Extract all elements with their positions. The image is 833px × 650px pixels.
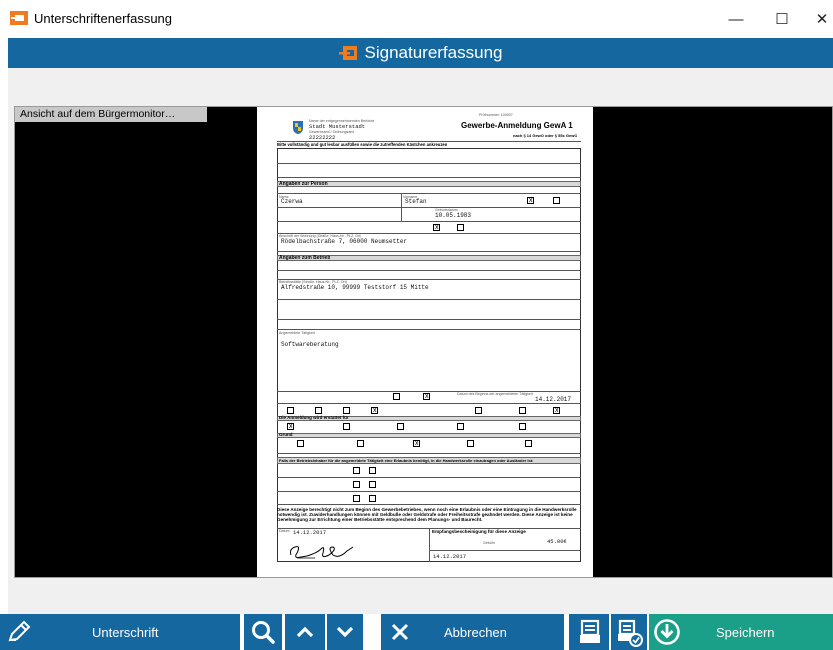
- close-x-icon: [391, 623, 409, 641]
- form-subtitle: nach § 14 GewO oder § 55c GewO: [513, 133, 578, 138]
- printer-settings-icon: [618, 619, 643, 647]
- page-header: Signaturerfassung: [8, 38, 833, 68]
- form-intro: Bitte vollständig und gut lesbar ausfüll…: [277, 142, 448, 147]
- sign-button-label: Unterschrift: [92, 624, 159, 640]
- close-window-button[interactable]: ✕: [800, 0, 833, 38]
- document-page: Prüfnummer: 100007 Name der entgegennehm…: [257, 107, 593, 577]
- monitor-label: Ansicht auf dem Bürgermonitor…: [15, 107, 207, 122]
- authority-name: Stadt Musterstadt: [309, 123, 366, 130]
- minimize-button[interactable]: —: [714, 0, 758, 38]
- coat-of-arms-icon: [293, 121, 303, 134]
- signature-app-icon: [338, 46, 357, 60]
- address-value: Rödelbachstraße 7, 06000 Neumsetter: [281, 238, 408, 245]
- start-label: Datum des Beginns der angemeldeten Tätig…: [457, 392, 533, 396]
- handwritten-signature: [290, 546, 354, 559]
- section-business: Angaben zum Betrieb: [279, 255, 331, 261]
- pen-icon: [8, 620, 31, 642]
- activity-value: Softwareberatung: [281, 341, 339, 348]
- activity-label: Angemeldete Tätigkeit: [279, 331, 315, 335]
- receipt-title: Empfangsbescheinigung für diese Anzeige: [432, 529, 526, 534]
- office-code: 22222222: [309, 134, 336, 141]
- fee-value: 45.00€: [547, 538, 567, 545]
- save-button[interactable]: Speichern: [649, 614, 833, 650]
- sign-button[interactable]: Unterschrift: [0, 614, 240, 650]
- minimize-icon: —: [728, 10, 744, 28]
- fee-label: Gebühr: [483, 541, 495, 545]
- window-titlebar: Unterschriftenerfassung — ☐ ✕: [0, 0, 833, 38]
- content-area: Ansicht auf dem Bürgermonitor… Prüfnumme…: [8, 68, 833, 614]
- window-title: Unterschriftenerfassung: [34, 11, 173, 26]
- print-settings-button[interactable]: [611, 614, 647, 650]
- section-reason: Die Anmeldung wird erstattet für: [279, 415, 349, 420]
- page-title: Signaturerfassung: [364, 43, 503, 62]
- legal-hint: Diese Anzeige berechtigt nicht zum Begin…: [277, 507, 577, 523]
- bottom-toolbar: Unterschrift Abbrechen Speichern: [0, 614, 833, 650]
- maximize-button[interactable]: ☐: [760, 0, 804, 38]
- zoom-button[interactable]: [244, 614, 282, 650]
- form-title: Gewerbe-Anmeldung GewA 1: [461, 121, 573, 130]
- download-circle-icon: [654, 619, 680, 645]
- printer-icon: [580, 619, 600, 643]
- citizen-monitor-preview: Ansicht auf dem Bürgermonitor… Prüfnumme…: [14, 106, 833, 578]
- doc-number: Prüfnummer: 100007: [479, 113, 513, 117]
- scroll-down-button[interactable]: [327, 614, 363, 650]
- save-button-label: Speichern: [716, 624, 775, 640]
- chevron-down-icon: [336, 626, 354, 638]
- name-value: Czerwa: [281, 198, 303, 205]
- section-grund: Grund: [279, 432, 293, 437]
- cancel-button[interactable]: Abbrechen: [381, 614, 564, 650]
- magnifier-icon: [252, 621, 275, 644]
- app-icon: [10, 11, 28, 25]
- print-button[interactable]: [569, 614, 609, 650]
- chevron-up-icon: [296, 626, 314, 638]
- close-icon: ✕: [815, 11, 829, 28]
- start-date: 14.12.2017: [535, 396, 572, 403]
- scroll-up-button[interactable]: [285, 614, 325, 650]
- birthdate-value: 10.05.1983: [435, 212, 472, 219]
- maximize-icon: ☐: [775, 11, 789, 28]
- business-address-value: Alfredstraße 10, 99999 Teststorf 15 Mitt…: [281, 284, 429, 291]
- section-person: Angaben zur Person: [279, 181, 328, 187]
- firstname-value: Stefan: [405, 198, 427, 205]
- sign-date-label: Datum: [279, 529, 290, 533]
- receipt-date: 14.12.2017: [433, 553, 467, 560]
- cancel-button-label: Abbrechen: [444, 624, 507, 640]
- section-erlaubnis: Falls der Betriebsinhaber für die angeme…: [279, 458, 534, 463]
- sign-date-value: 14.12.2017: [293, 529, 327, 536]
